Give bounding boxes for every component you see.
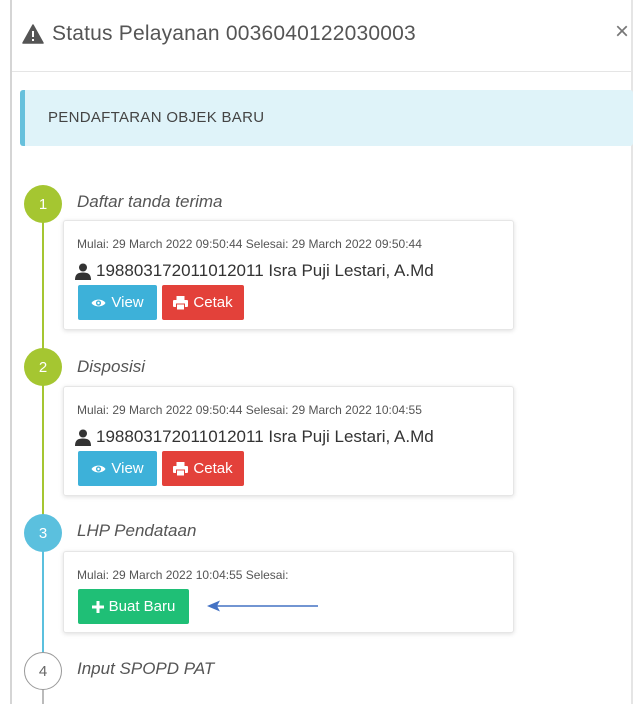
- timeline-connector: [42, 222, 44, 362]
- step-title: Daftar tanda terima: [77, 192, 223, 211]
- cetak-button[interactable]: Cetak: [162, 451, 244, 486]
- step-user: 198803172011012011 Isra Puji Lestari, A.…: [75, 427, 434, 447]
- step-number-badge: 3: [24, 514, 62, 552]
- step-timestamps: Mulai: 29 March 2022 09:50:44 Selesai: 2…: [77, 237, 422, 251]
- eye-icon: [91, 299, 106, 306]
- cetak-button[interactable]: Cetak: [162, 285, 244, 320]
- timeline-connector: [42, 385, 44, 525]
- view-button[interactable]: View: [78, 451, 157, 486]
- cetak-label: Cetak: [193, 294, 233, 311]
- annotation-arrow-icon: [207, 600, 318, 612]
- modal-left-border: [10, 0, 12, 704]
- step-number-badge: 1: [24, 185, 62, 223]
- warning-icon: [22, 24, 44, 44]
- step-number-badge: 4: [24, 652, 62, 690]
- cetak-label: Cetak: [193, 460, 233, 477]
- callout-text: PENDAFTARAN OBJEK BARU: [48, 109, 265, 126]
- step-title: Input SPOPD PAT: [77, 659, 215, 678]
- service-type-callout: PENDAFTARAN OBJEK BARU: [20, 90, 633, 146]
- step-user: 198803172011012011 Isra Puji Lestari, A.…: [75, 261, 434, 281]
- plus-icon: [91, 600, 104, 613]
- step-card: Mulai: 29 March 2022 10:04:55 Selesai: B…: [63, 551, 514, 633]
- close-button[interactable]: ×: [615, 20, 629, 44]
- user-name: 198803172011012011 Isra Puji Lestari, A.…: [96, 427, 434, 446]
- user-name: 198803172011012011 Isra Puji Lestari, A.…: [96, 261, 434, 280]
- view-button[interactable]: View: [78, 285, 157, 320]
- view-label: View: [111, 294, 144, 311]
- modal-header: Status Pelayanan 0036040122030003 ×: [12, 0, 631, 72]
- buat-baru-label: Buat Baru: [108, 598, 176, 615]
- view-label: View: [111, 460, 144, 477]
- eye-icon: [91, 465, 106, 472]
- user-icon: [75, 263, 91, 280]
- step-title: Disposisi: [77, 357, 146, 376]
- step-card: Mulai: 29 March 2022 09:50:44 Selesai: 2…: [63, 386, 514, 496]
- step-title: LHP Pendataan: [77, 521, 197, 540]
- buat-baru-button[interactable]: Buat Baru: [78, 589, 189, 624]
- print-icon: [173, 461, 189, 476]
- print-icon: [173, 295, 189, 310]
- timeline-connector: [42, 550, 44, 655]
- user-icon: [75, 429, 91, 446]
- modal-title: Status Pelayanan 0036040122030003: [52, 22, 416, 45]
- step-timestamps: Mulai: 29 March 2022 09:50:44 Selesai: 2…: [77, 403, 422, 417]
- step-timestamps: Mulai: 29 March 2022 10:04:55 Selesai:: [77, 568, 289, 582]
- step-number-badge: 2: [24, 348, 62, 386]
- timeline-connector: [42, 688, 44, 704]
- step-card: Mulai: 29 March 2022 09:50:44 Selesai: 2…: [63, 220, 514, 330]
